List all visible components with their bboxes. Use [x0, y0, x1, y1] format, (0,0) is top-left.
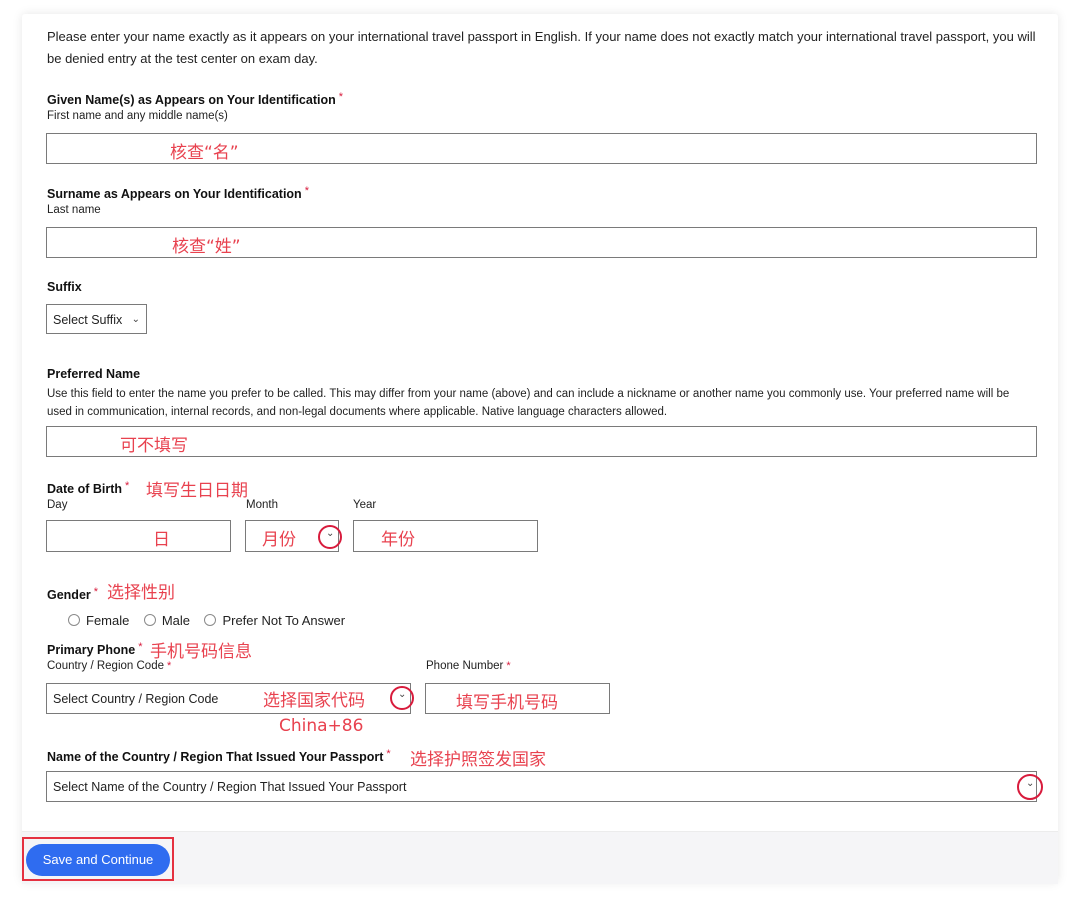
required-mark: * — [93, 586, 99, 598]
dob-day-input[interactable] — [46, 520, 231, 552]
dob-year-label: Year — [353, 499, 377, 511]
country-code-annotation: 选择国家代码 — [263, 691, 365, 711]
surname-label: Surname as Appears on Your Identificatio… — [47, 187, 302, 201]
passport-country-label: Name of the Country / Region That Issued… — [47, 750, 384, 764]
passport-country-select-value: Select Name of the Country / Region That… — [53, 780, 407, 794]
surname-sublabel: Last name — [47, 204, 101, 216]
gender-option-prefer-not[interactable]: Prefer Not To Answer — [204, 612, 355, 629]
phone-number-label: Phone Number — [426, 660, 504, 672]
preferred-name-label: Preferred Name — [47, 367, 141, 381]
phone-annotation: 手机号码信息 — [150, 642, 252, 662]
suffix-select-value: Select Suffix — [53, 313, 123, 327]
dob-year-annotation: 年份 — [381, 530, 415, 550]
surname-label-row: Surname as Appears on Your Identificatio… — [47, 185, 309, 203]
country-code-label-row: Country / Region Code * — [47, 660, 171, 672]
required-mark: * — [386, 748, 391, 760]
country-code-hint: China+86 — [279, 716, 364, 736]
gender-option-female[interactable]: Female — [68, 612, 139, 629]
required-mark: * — [338, 91, 344, 103]
passport-country-select[interactable]: Select Name of the Country / Region That… — [46, 771, 1037, 802]
preferred-name-description: Use this field to enter the name you pre… — [47, 388, 1010, 418]
phone-number-label-row: Phone Number * — [426, 660, 511, 672]
gender-label-row: Gender * — [47, 586, 98, 604]
dob-label-row: Date of Birth * — [47, 480, 129, 498]
required-mark: * — [506, 660, 511, 672]
dob-day-label: Day — [47, 499, 68, 511]
save-button-highlight — [22, 837, 174, 881]
gender-options: Female Male Prefer Not To Answer — [68, 612, 355, 630]
phone-label: Primary Phone — [47, 643, 136, 657]
surname-annotation: 核查“姓” — [172, 237, 241, 257]
dob-month-label: Month — [246, 499, 278, 511]
chevron-down-icon[interactable]: ⌄ — [1026, 778, 1034, 789]
radio-icon[interactable] — [204, 614, 217, 626]
phone-label-row: Primary Phone * — [47, 641, 143, 659]
dob-annotation: 填写生日日期 — [146, 481, 248, 501]
given-name-annotation: 核查“名” — [170, 143, 239, 163]
form-footer — [22, 831, 1058, 884]
dob-label: Date of Birth — [47, 482, 122, 496]
chevron-down-icon[interactable]: ⌄ — [326, 528, 334, 539]
required-mark: * — [166, 660, 172, 672]
radio-icon[interactable] — [68, 614, 80, 626]
given-name-label-row: Given Name(s) as Appears on Your Identif… — [47, 91, 343, 109]
suffix-select[interactable]: Select Suffix ⌄ — [46, 304, 147, 334]
given-name-label: Given Name(s) as Appears on Your Identif… — [47, 93, 336, 107]
phone-number-annotation: 填写手机号码 — [456, 693, 558, 713]
gender-annotation: 选择性别 — [107, 583, 175, 603]
chevron-down-icon: ⌄ — [131, 314, 140, 325]
required-mark: * — [304, 185, 309, 197]
passport-country-annotation: 选择护照签发国家 — [410, 750, 546, 770]
preferred-name-input[interactable] — [46, 426, 1037, 457]
dob-month-annotation: 月份 — [262, 530, 296, 550]
required-mark: * — [138, 641, 143, 653]
dob-day-annotation: 日 — [153, 530, 170, 550]
required-mark: * — [125, 480, 130, 492]
suffix-label: Suffix — [47, 280, 82, 294]
country-code-select-value: Select Country / Region Code — [53, 692, 219, 706]
gender-option-male[interactable]: Male — [143, 612, 200, 629]
preferred-name-annotation: 可不填写 — [120, 436, 188, 456]
given-name-sublabel: First name and any middle name(s) — [47, 110, 228, 122]
passport-country-label-row: Name of the Country / Region That Issued… — [47, 748, 391, 766]
intro-text: Please enter your name exactly as it app… — [47, 29, 1036, 66]
country-code-label: Country / Region Code — [47, 660, 164, 672]
gender-label: Gender — [47, 588, 91, 602]
radio-icon[interactable] — [143, 614, 156, 626]
chevron-down-icon[interactable]: ⌄ — [398, 689, 406, 700]
